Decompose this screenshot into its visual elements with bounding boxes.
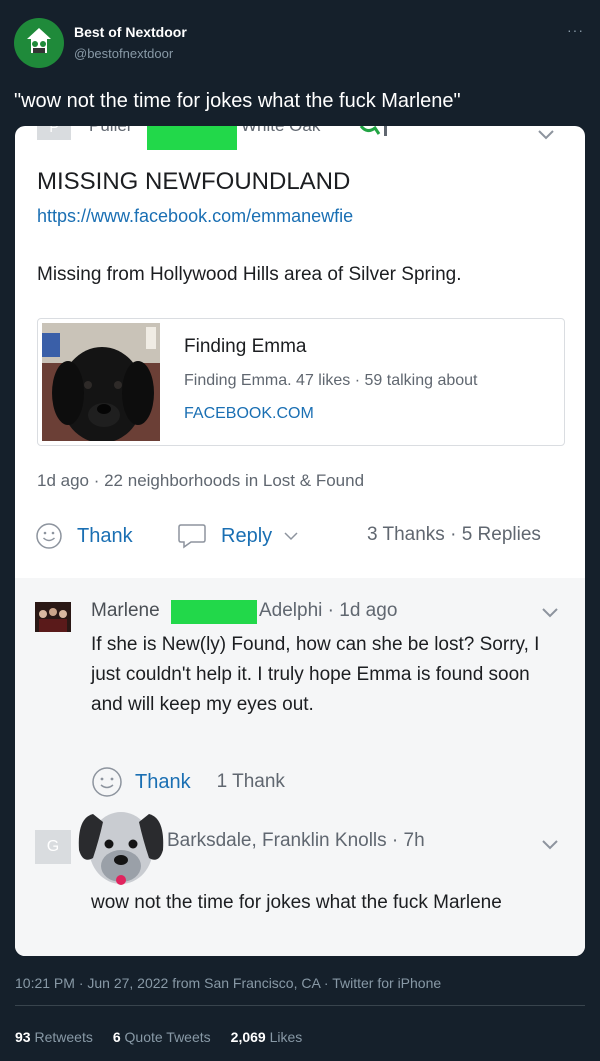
- post-title: MISSING NEWFOUNDLAND: [37, 168, 351, 195]
- commenter-name[interactable]: Marlene: [91, 600, 160, 622]
- thank-button[interactable]: Thank: [35, 522, 133, 550]
- chevron-down-icon[interactable]: [535, 128, 557, 142]
- likes-count: 2,069: [230, 1029, 266, 1045]
- commenter-avatar[interactable]: [35, 602, 71, 632]
- tweet-text: "wow not the time for jokes what the fuc…: [14, 90, 461, 112]
- comment-thank-label: Thank: [135, 770, 191, 793]
- reply-label: Reply: [221, 524, 273, 547]
- reply-button[interactable]: Reply: [177, 522, 300, 550]
- post-body: Missing from Hollywood Hills area of Sil…: [37, 264, 462, 285]
- commenter-location: Barksdale, Franklin Knolls · 7h: [167, 830, 425, 851]
- smiley-icon: [36, 523, 62, 549]
- link-card-domain: FACEBOOK.COM: [184, 405, 314, 422]
- author-handle[interactable]: @bestofnextdoor: [74, 46, 173, 61]
- likes-stat[interactable]: 2,069 Likes: [231, 1029, 303, 1045]
- tweet-stats: 93 Retweets 6 Quote Tweets 2,069 Likes: [15, 1029, 302, 1045]
- comment-actions: Thank 1 Thank: [91, 766, 285, 798]
- dog-emoji-overlay-icon: [78, 812, 164, 885]
- likes-label: Likes: [269, 1029, 303, 1045]
- cut-off-location: White Oak: [241, 126, 320, 136]
- post-meta: 1d ago · 22 neighborhoods in Lost & Foun…: [37, 471, 365, 490]
- commenter-location: Adelphi · 1d ago: [259, 600, 398, 621]
- comment-thank-button[interactable]: Thank: [91, 766, 191, 798]
- link-card-title: Finding Emma: [184, 336, 307, 357]
- quote-tweets-label: Quote Tweets: [124, 1029, 211, 1045]
- house-logo-icon: [27, 28, 51, 53]
- tweet-timestamp[interactable]: 10:21 PM · Jun 27, 2022 from San Francis…: [15, 975, 441, 991]
- thank-label: Thank: [77, 524, 133, 547]
- quote-tweets-stat[interactable]: 6 Quote Tweets: [113, 1029, 211, 1045]
- comment-text: wow not the time for jokes what the fuck…: [91, 892, 502, 913]
- chevron-down-icon[interactable]: [539, 606, 561, 620]
- more-icon[interactable]: ···: [567, 22, 584, 38]
- chevron-down-icon[interactable]: [539, 838, 561, 852]
- retweets-stat[interactable]: 93 Retweets: [15, 1029, 93, 1045]
- post-link[interactable]: https://www.facebook.com/emmanewfie: [37, 206, 353, 227]
- comments-section: Marlene Adelphi · 1d ago If she is New(l…: [15, 578, 585, 956]
- profile-avatar[interactable]: [14, 18, 64, 68]
- nextdoor-screenshot[interactable]: P Puller White Oak MISSING NEWFOUNDLAND …: [15, 126, 585, 956]
- redaction-block: [147, 126, 237, 150]
- comment-thanks-count[interactable]: 1 Thank: [217, 771, 285, 793]
- dog-photo-thumbnail: [42, 323, 160, 441]
- quote-tweets-count: 6: [112, 1029, 121, 1045]
- retweets-count: 93: [15, 1029, 31, 1045]
- cut-off-author-name: Puller: [89, 126, 132, 136]
- cut-off-author-row: P Puller White Oak: [15, 126, 585, 150]
- speech-bubble-icon: [178, 524, 206, 549]
- divider: [15, 1005, 585, 1006]
- post-actions: Thank Reply 3 Thanks · 5 Replies: [35, 522, 575, 552]
- dog-photo-icon: [42, 323, 160, 441]
- commenter-avatar[interactable]: G: [35, 830, 71, 864]
- link-preview-card[interactable]: Finding Emma Finding Emma. 47 likes · 59…: [37, 318, 565, 446]
- cut-off-avatar: P: [37, 126, 71, 140]
- chevron-down-icon: [284, 532, 298, 541]
- group-photo-icon: [35, 602, 71, 632]
- retweets-label: Retweets: [34, 1029, 93, 1045]
- link-card-description: Finding Emma. 47 likes · 59 talking abou…: [184, 372, 478, 389]
- tweet-header: Best of Nextdoor @bestofnextdoor ···: [14, 18, 586, 70]
- comment-text: If she is New(ly) Found, how can she be …: [91, 634, 540, 715]
- post-stats[interactable]: 3 Thanks · 5 Replies: [367, 524, 541, 546]
- redaction-block: [171, 600, 257, 624]
- smiley-icon: [92, 767, 122, 797]
- author-name[interactable]: Best of Nextdoor: [74, 24, 187, 40]
- neighbor-badge-icon: [359, 126, 387, 136]
